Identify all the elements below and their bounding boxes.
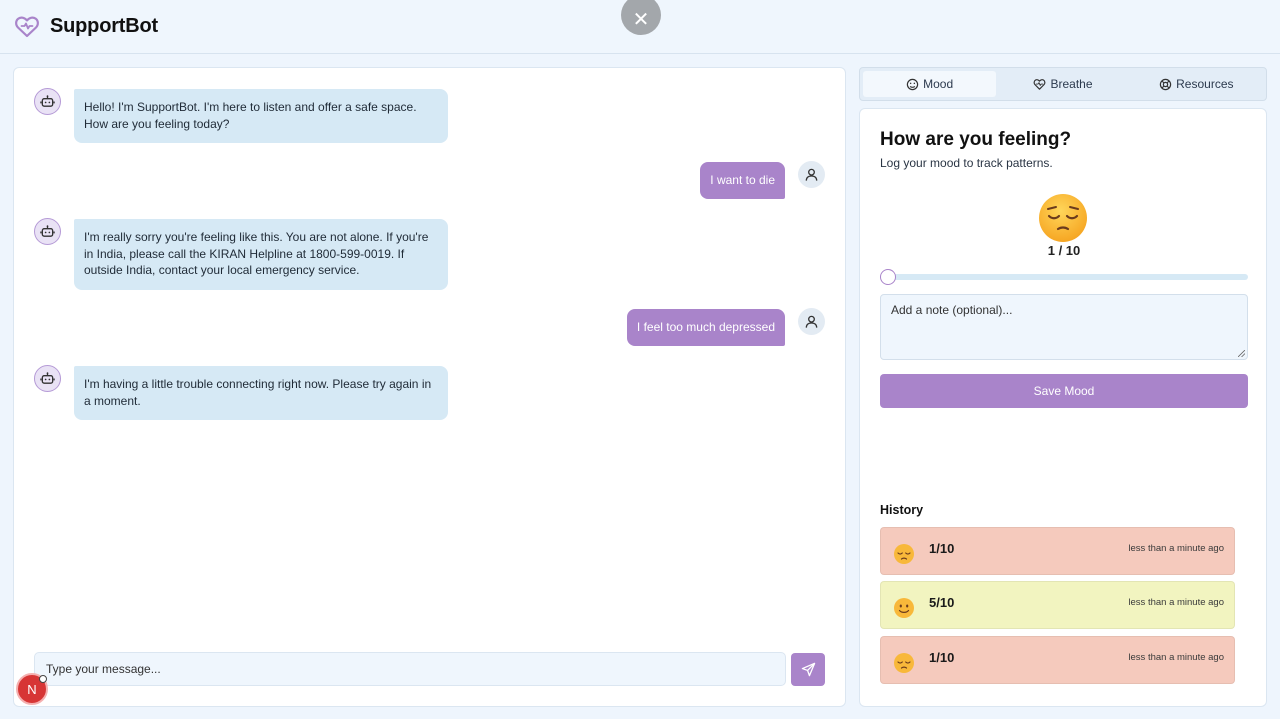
tab-mood[interactable]: Mood (863, 71, 997, 97)
user-avatar (798, 308, 825, 335)
mood-note-input[interactable]: Add a note (optional)... (880, 294, 1248, 360)
chat-message-bot: I'm really sorry you're feeling like thi… (34, 218, 448, 290)
message-bubble: I'm having a little trouble connecting r… (74, 366, 448, 420)
message-bubble: Hello! I'm SupportBot. I'm here to liste… (74, 89, 448, 143)
tab-resources[interactable]: Resources (1130, 71, 1263, 97)
mood-value: 1 / 10 (1047, 243, 1081, 258)
user-icon (805, 315, 818, 328)
send-icon (801, 662, 815, 677)
mood-title: How are you feeling? (880, 129, 1072, 150)
robot-icon (40, 95, 55, 107)
tab-label: Resources (1176, 77, 1234, 91)
tab-label: Breathe (1050, 77, 1093, 91)
send-button[interactable] (791, 653, 825, 686)
robot-icon (40, 225, 55, 237)
mood-slider[interactable] (880, 274, 1248, 280)
bot-avatar (34, 365, 61, 392)
message-bubble: I feel too much depressed (626, 309, 785, 346)
mood-subtitle: Log your mood to track patterns. (880, 156, 1053, 170)
mood-slider-handle[interactable] (880, 269, 896, 285)
message-input[interactable]: Type your message... (34, 652, 786, 686)
history-time: less than a minute ago (1128, 651, 1224, 663)
history-score: 1/10 (929, 540, 955, 556)
bot-avatar (34, 88, 61, 115)
bot-avatar (34, 218, 61, 245)
mood-card: How are you feeling? Log your mood to tr… (859, 108, 1267, 707)
side-tabs: Mood Breathe Resources (859, 67, 1267, 101)
history-time: less than a minute ago (1128, 596, 1224, 608)
close-icon: ✕ (632, 8, 650, 31)
save-mood-button[interactable]: Save Mood (880, 374, 1248, 408)
lifebuoy-icon (1159, 78, 1172, 90)
chat-panel: Hello! I'm SupportBot. I'm here to liste… (13, 67, 846, 707)
chat-message-bot: Hello! I'm SupportBot. I'm here to liste… (34, 88, 448, 143)
tab-label: Mood (923, 77, 954, 91)
user-icon (805, 168, 818, 181)
message-bubble: I'm really sorry you're feeling like thi… (74, 219, 448, 290)
history-item: 1/10 less than a minute ago (880, 527, 1235, 575)
pensive-face-icon (894, 653, 914, 673)
mood-icon (906, 78, 919, 90)
history-time: less than a minute ago (1128, 542, 1224, 554)
history-item: 5/10 less than a minute ago (880, 581, 1235, 629)
chat-message-bot: I'm having a little trouble connecting r… (34, 365, 448, 420)
pensive-face-icon (1039, 194, 1087, 242)
tab-breathe[interactable]: Breathe (996, 71, 1129, 97)
user-avatar (798, 161, 825, 188)
chat-message-user: I want to die (700, 161, 825, 199)
note-placeholder: Add a note (optional)... (891, 303, 1013, 317)
history-score: 1/10 (929, 649, 955, 665)
pensive-face-icon (894, 544, 914, 564)
resize-grip-icon[interactable] (1238, 350, 1245, 357)
app-title: SupportBot (50, 15, 158, 37)
notification-dot (39, 675, 47, 683)
robot-icon (40, 372, 55, 384)
slightly-smiling-face-icon (894, 598, 914, 618)
chat-message-user: I feel too much depressed (626, 308, 825, 346)
heart-pulse-icon (1034, 78, 1046, 90)
history-score: 5/10 (929, 594, 955, 610)
history-title: History (880, 503, 924, 517)
heart-logo-icon (15, 16, 39, 37)
message-bubble: I want to die (700, 162, 785, 199)
history-item: 1/10 less than a minute ago (880, 636, 1235, 684)
